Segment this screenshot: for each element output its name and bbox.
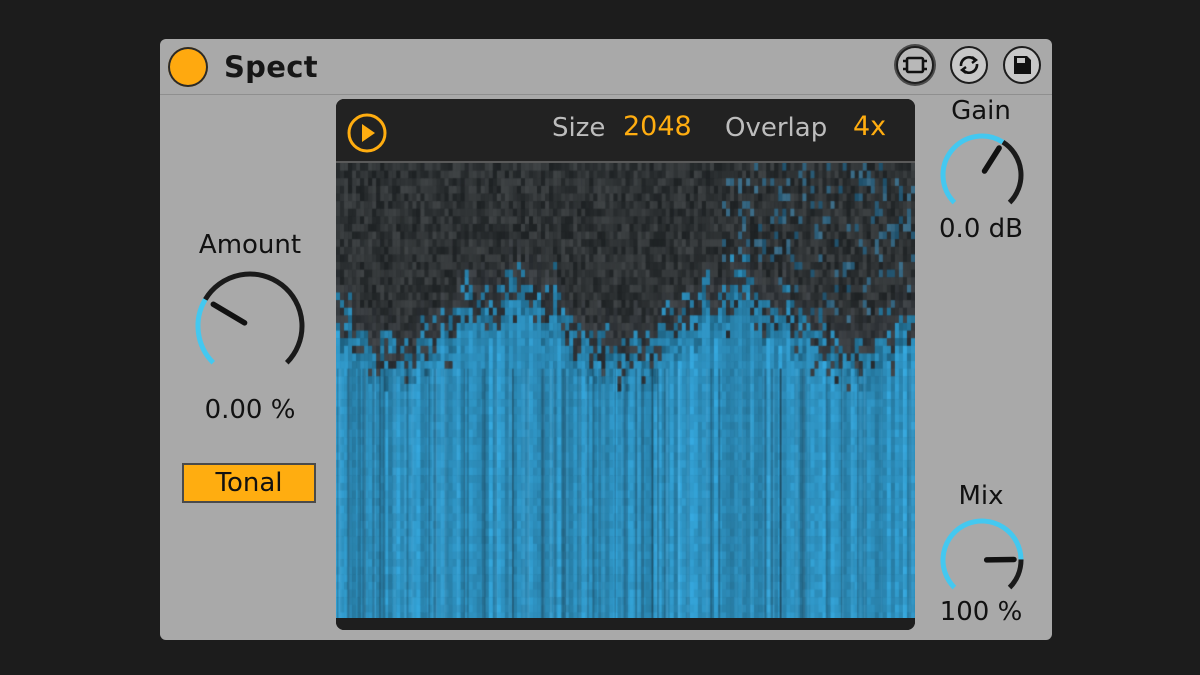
overlap-value[interactable]: 4x xyxy=(853,111,886,142)
device-titlebar: Spect xyxy=(160,39,1052,95)
device-power-button[interactable] xyxy=(168,47,208,87)
mix-knob-track xyxy=(1007,559,1024,590)
amount-knob-fill xyxy=(195,298,216,365)
spectrum-header: Size 2048 Overlap 4x xyxy=(336,99,915,161)
mix-knob[interactable] xyxy=(936,516,1028,602)
size-value[interactable]: 2048 xyxy=(623,111,692,142)
overlap-label: Overlap xyxy=(725,113,828,143)
mix-label: Mix xyxy=(958,481,1004,511)
amount-knob[interactable] xyxy=(190,269,310,384)
spectrum-footer xyxy=(336,618,915,630)
spectrogram-canvas xyxy=(336,163,915,620)
mix-knob-fill xyxy=(940,518,1024,590)
gain-knob-pointer xyxy=(981,145,1002,174)
play-icon[interactable] xyxy=(346,112,388,154)
gain-knob[interactable] xyxy=(936,131,1028,217)
amount-knob-track xyxy=(203,271,305,365)
gain-knob-fill xyxy=(940,133,1005,205)
gain-value: 0.0 dB xyxy=(939,214,1023,244)
gain-label: Gain xyxy=(951,96,1011,126)
swap-button[interactable] xyxy=(950,46,988,84)
swap-icon xyxy=(959,55,979,75)
spectrum-display: Size 2048 Overlap 4x xyxy=(336,99,915,630)
device-panel: Spect Amount 0.00 % Tonal Size 2048 Over… xyxy=(160,39,1052,640)
gain-knob-track xyxy=(1001,139,1024,205)
amount-label: Amount xyxy=(198,230,302,260)
tonal-mode-button[interactable]: Tonal xyxy=(182,463,316,503)
mix-value: 100 % xyxy=(939,597,1023,627)
amount-knob-pointer xyxy=(210,301,248,326)
device-view-icon xyxy=(903,56,927,74)
device-view-button[interactable] xyxy=(896,46,934,84)
size-label: Size xyxy=(552,113,606,143)
save-icon xyxy=(1014,56,1031,74)
device-title: Spect xyxy=(224,50,318,84)
amount-value: 0.00 % xyxy=(204,395,296,425)
titlebar-divider xyxy=(160,94,1052,95)
save-button[interactable] xyxy=(1003,46,1041,84)
